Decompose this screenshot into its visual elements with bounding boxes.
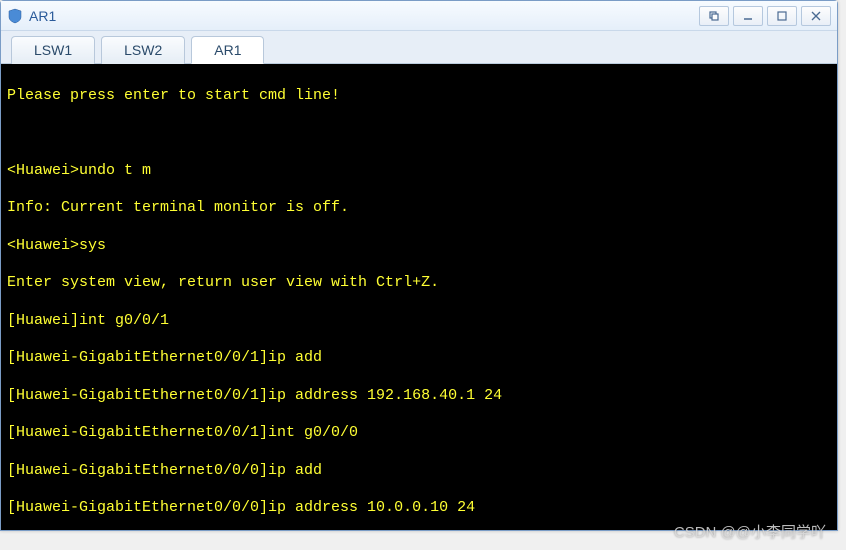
terminal-line: <Huawei>sys <box>7 237 831 256</box>
terminal-line: [Huawei-GigabitEthernet0/0/1]int g0/0/0 <box>7 424 831 443</box>
terminal-line: [Huawei-GigabitEthernet0/0/1]ip address … <box>7 387 831 406</box>
app-icon <box>7 8 23 24</box>
terminal-line: [Huawei-GigabitEthernet0/0/0]ip address … <box>7 499 831 518</box>
terminal-output[interactable]: Please press enter to start cmd line! <H… <box>1 64 837 530</box>
terminal-line: Info: Current terminal monitor is off. <box>7 199 831 218</box>
minimize-button[interactable] <box>733 6 763 26</box>
terminal-line <box>7 124 831 143</box>
tab-lsw1[interactable]: LSW1 <box>11 36 95 64</box>
tab-ar1[interactable]: AR1 <box>191 36 264 64</box>
terminal-line: Enter system view, return user view with… <box>7 274 831 293</box>
window-title: AR1 <box>29 8 699 24</box>
maximize-button[interactable] <box>767 6 797 26</box>
terminal-line: Please press enter to start cmd line! <box>7 87 831 106</box>
terminal-line: [Huawei-GigabitEthernet0/0/1]ip add <box>7 349 831 368</box>
tab-lsw2[interactable]: LSW2 <box>101 36 185 64</box>
popout-button[interactable] <box>699 6 729 26</box>
terminal-line: [Huawei-GigabitEthernet0/0/0]ip add <box>7 462 831 481</box>
window-controls <box>699 6 831 26</box>
app-window: AR1 LSW1 LSW2 AR1 Please press enter to … <box>0 0 838 531</box>
terminal-line: <Huawei>undo t m <box>7 162 831 181</box>
titlebar: AR1 <box>1 1 837 31</box>
tab-bar: LSW1 LSW2 AR1 <box>1 31 837 64</box>
terminal-line: [Huawei]int g0/0/1 <box>7 312 831 331</box>
close-button[interactable] <box>801 6 831 26</box>
